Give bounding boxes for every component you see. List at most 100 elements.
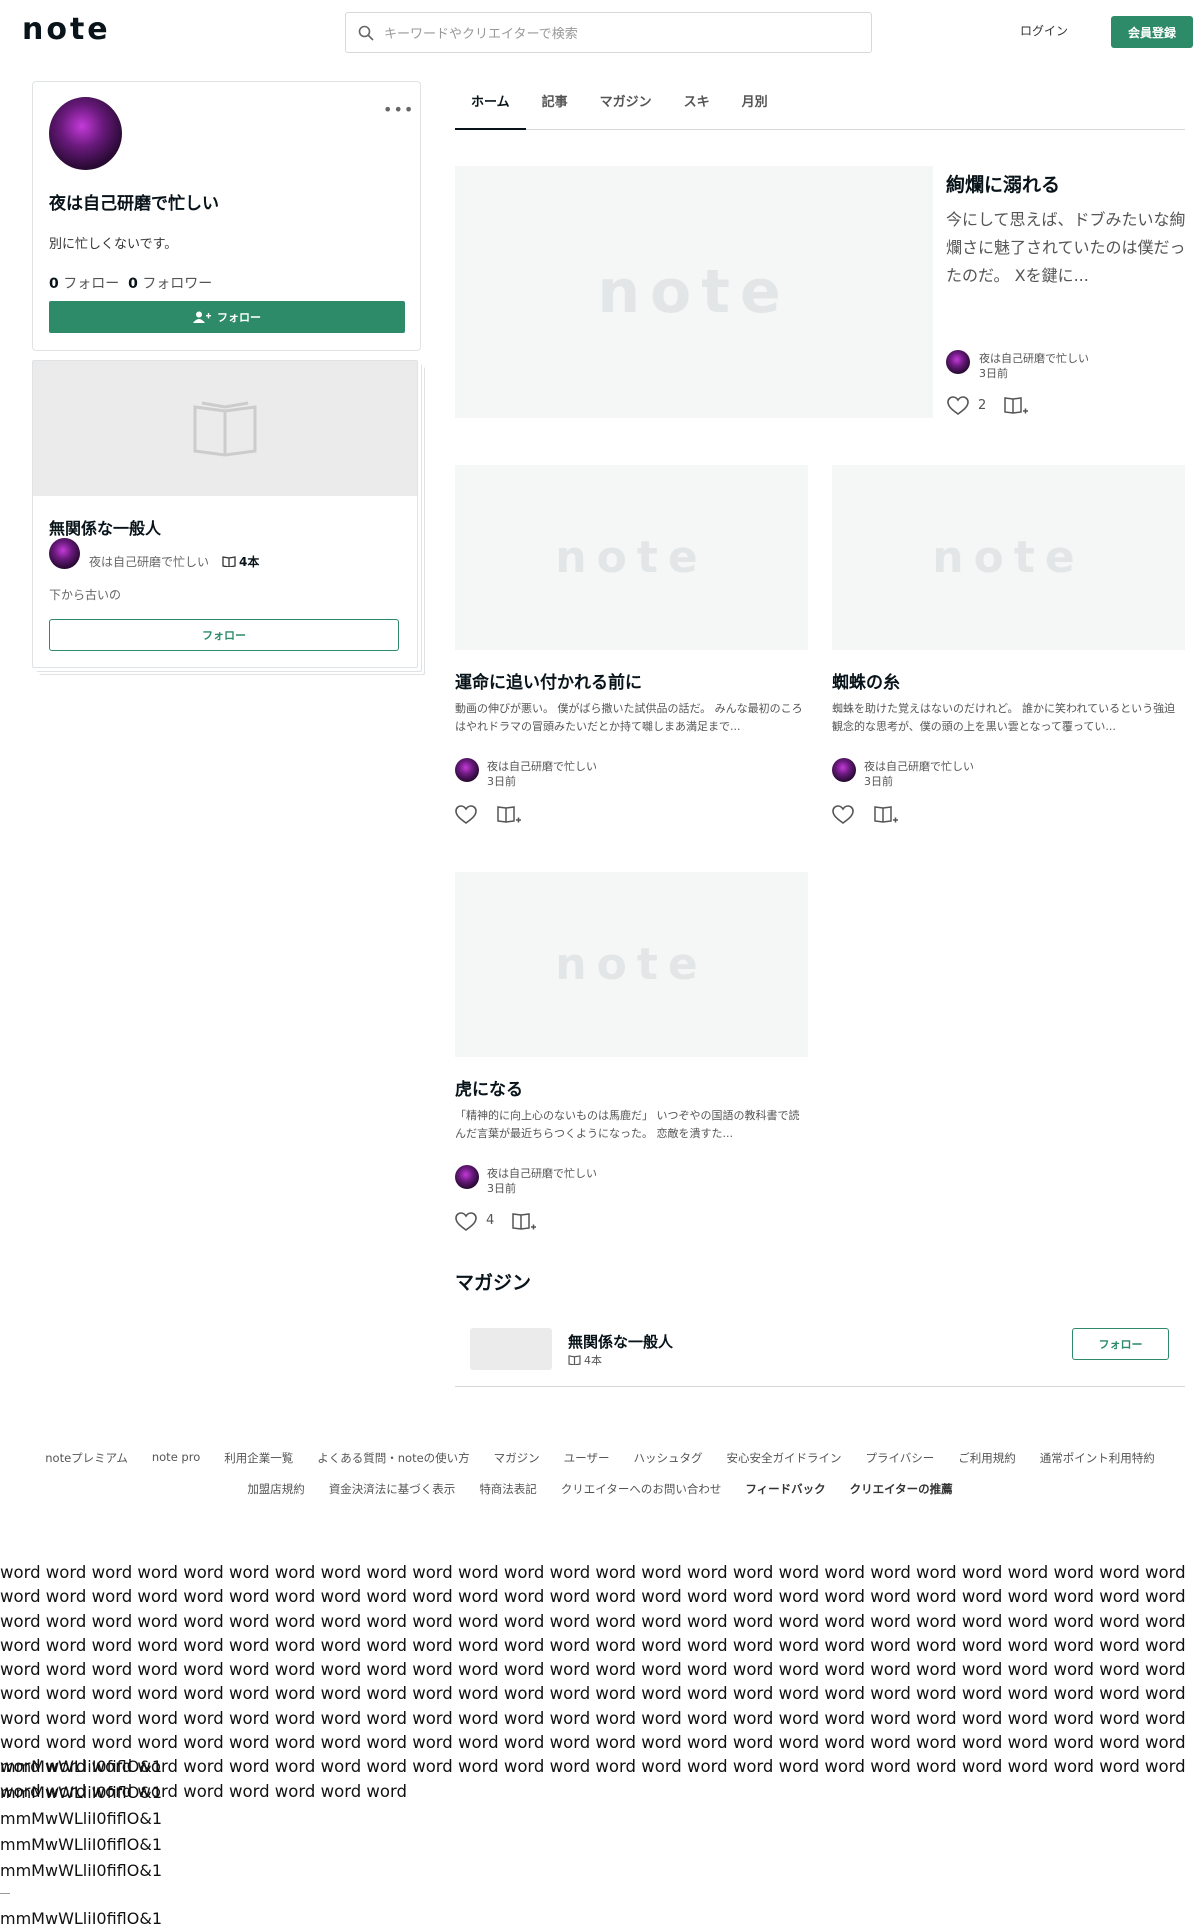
footer-link[interactable]: よくある質問・noteの使い方 [317,1450,469,1466]
more-menu-icon[interactable]: ••• [383,100,414,119]
article-author-avatar[interactable] [455,758,479,782]
magazine-section-heading: マガジン [455,1272,532,1294]
article-date: 3日前 [864,775,893,788]
footer-link[interactable]: ハッシュタグ [633,1450,702,1466]
article-excerpt[interactable]: 「精神的に向上心のないものは馬鹿だ」 いつぞやの国語の教科書で読んだ言葉が最近ち… [455,1107,807,1143]
tab-likes[interactable]: スキ [668,96,726,130]
magazine-row-title[interactable]: 無関係な一般人 [568,1331,673,1352]
add-to-magazine-icon[interactable] [874,805,898,825]
footer-link[interactable]: 利用企業一覧 [224,1450,293,1466]
tab-articles[interactable]: 記事 [526,96,584,130]
like-icon[interactable] [455,1212,477,1232]
filler-line: mmMwWLliI0fiflO&1 [0,1809,162,1828]
article-author-name[interactable]: 夜は自己研磨で忙しい [487,758,597,774]
footer-link[interactable]: note pro [152,1450,200,1466]
magazine-cover[interactable] [33,361,417,496]
following-count[interactable]: 0 [49,276,59,292]
featured-author-name[interactable]: 夜は自己研磨で忙しい [979,350,1089,366]
footer-link[interactable]: 特商法表記 [479,1481,537,1497]
footer-link[interactable]: 資金決済法に基づく表示 [329,1481,456,1497]
article-author-name[interactable]: 夜は自己研磨で忙しい [487,1165,597,1181]
profile-avatar[interactable] [49,97,122,170]
filler-line: mmMwWLliI0fiflO&1 [0,1909,162,1928]
featured-like-count: 2 [978,398,987,413]
magazine-article-count: 4本 [222,553,259,570]
footer-link[interactable]: ご利用規約 [958,1450,1016,1466]
tab-magazines[interactable]: マガジン [584,96,668,130]
filler-text: word word word word word word word word … [0,1563,1186,1801]
filler-line: mmMwWLliI0fiflO&1 [0,1783,162,1802]
follow-counts: 0 フォロー 0 フォロワー [49,273,212,293]
placeholder-logo: note [555,532,708,583]
magazine-row-follow-button[interactable]: フォロー [1072,1328,1169,1360]
magazine-count-text: 4本 [239,555,260,569]
filler-line: mmMwWLliI0fiflO&1 [0,1861,162,1880]
tab-home[interactable]: ホーム [455,96,526,130]
placeholder-logo: note [597,257,791,327]
footer-link[interactable]: ユーザー [564,1450,610,1466]
footer-link[interactable]: 通常ポイント利用特約 [1040,1450,1155,1466]
featured-title[interactable]: 絢爛に溺れる [946,170,1060,197]
featured-author-avatar[interactable] [946,350,970,374]
article-title[interactable]: 虎になる [455,1075,523,1100]
filler-line: mmMwWLliI0fiflO&1 [0,1757,162,1776]
following-label[interactable]: フォロー [63,276,119,292]
tab-monthly[interactable]: 月別 [726,96,784,130]
book-icon [568,1355,581,1366]
footer-links-row1: noteプレミアム note pro 利用企業一覧 よくある質問・noteの使い… [0,1450,1200,1466]
book-icon [222,556,236,568]
profile-follow-button[interactable]: フォロー [49,301,405,333]
magazine-follow-button[interactable]: フォロー [49,619,399,651]
featured-thumbnail[interactable]: note [455,166,933,418]
article-thumbnail[interactable]: note [455,465,808,650]
magazine-description: 下から古いの [49,588,122,602]
footer-link[interactable]: 安心安全ガイドライン [726,1450,841,1466]
note-logo[interactable]: note [22,12,111,47]
signup-button[interactable]: 会員登録 [1111,16,1193,48]
footer-link[interactable]: クリエイターへのお問い合わせ [561,1481,722,1497]
footer-link-feedback[interactable]: フィードバック [745,1481,825,1497]
footer-link[interactable]: 加盟店規約 [247,1481,305,1497]
followers-label[interactable]: フォロワー [142,276,212,292]
search-placeholder: キーワードやクリエイターで検索 [384,27,578,42]
footer-link[interactable]: マガジン [494,1450,540,1466]
article-author-avatar[interactable] [455,1165,479,1189]
placeholder-logo: note [555,939,708,990]
article-thumbnail[interactable]: note [455,872,808,1057]
footer-link[interactable]: プライバシー [865,1450,934,1466]
article-title[interactable]: 運命に追い付かれる前に [455,668,642,693]
search-input[interactable]: キーワードやクリエイターで検索 [345,12,872,53]
like-icon[interactable] [947,396,969,416]
article-date: 3日前 [487,1182,516,1195]
article-author-name[interactable]: 夜は自己研磨で忙しい [864,758,974,774]
featured-date: 3日前 [979,367,1008,380]
divider [0,1893,10,1894]
add-user-icon [193,311,211,323]
article-author-avatar[interactable] [832,758,856,782]
article-excerpt[interactable]: 動画の伸びが悪い。 僕がばら撒いた試供品の話だ。 みんな最初のころはやれドラマの… [455,700,807,736]
footer-link[interactable]: noteプレミアム [45,1450,128,1466]
article-thumbnail[interactable]: note [832,465,1185,650]
add-to-magazine-icon[interactable] [1004,396,1028,416]
footer-links-row2: 加盟店規約 資金決済法に基づく表示 特商法表記 クリエイターへのお問い合わせ フ… [0,1481,1200,1497]
profile-name: 夜は自己研磨で忙しい [49,194,219,214]
footer-link-creator-recommend[interactable]: クリエイターの推薦 [850,1481,953,1497]
add-to-magazine-icon[interactable] [512,1212,536,1232]
magazine-row-thumbnail[interactable] [470,1328,552,1370]
followers-count[interactable]: 0 [128,276,138,292]
magazine-title[interactable]: 無関係な一般人 [49,515,161,539]
article-like-count: 4 [486,1213,495,1228]
add-to-magazine-icon[interactable] [497,805,521,825]
divider [455,1386,1185,1387]
profile-description: 別に忙しくないです。 [49,237,178,252]
login-link[interactable]: ログイン [1020,22,1068,39]
filler-line: mmMwWLliI0fiflO&1 [0,1835,162,1854]
magazine-author-avatar[interactable] [49,538,80,569]
featured-excerpt[interactable]: 今にして思えば、ドブみたいな絢爛さに魅了されていたのは僕だったのだ。 Xを鍵に.… [946,206,1186,290]
like-icon[interactable] [832,805,854,825]
article-excerpt[interactable]: 蜘蛛を助けた覚えはないのだけれど。 誰かに笑われているという強迫観念的な思考が、… [832,700,1184,736]
magazine-author-name[interactable]: 夜は自己研磨で忙しい [89,553,209,570]
like-icon[interactable] [455,805,477,825]
profile-follow-label: フォロー [217,311,261,324]
article-title[interactable]: 蜘蛛の糸 [832,668,900,693]
